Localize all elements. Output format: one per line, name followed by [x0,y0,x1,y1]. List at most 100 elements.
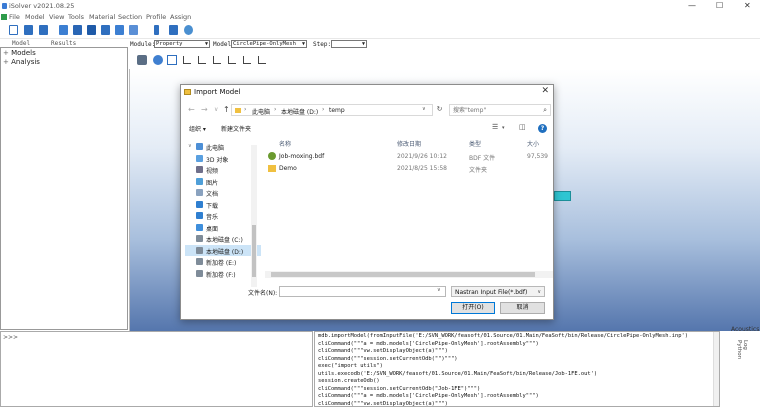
query-icon[interactable] [169,25,178,35]
breadcrumb-this-pc[interactable]: 此电脑 [252,107,270,116]
profile-icon[interactable] [198,56,206,64]
chevron-down-icon[interactable]: ∨ [437,287,441,293]
menu-assign[interactable]: Assign [170,13,191,21]
nav-item-music[interactable]: 音乐 [185,210,261,221]
chevron-down-icon[interactable]: ∨ [422,106,426,112]
nav-item-video[interactable]: 视频 [185,164,261,175]
tree-expander[interactable]: + [3,49,9,57]
nav-item-drive-f[interactable]: 新加卷 (F:) [185,268,261,279]
profile-icon[interactable] [228,56,236,64]
forward-arrow-icon[interactable]: → [201,105,208,114]
assign-section-icon[interactable] [137,55,147,65]
tab-model[interactable]: Model [12,40,30,47]
grid-icon[interactable] [167,55,177,65]
tree-item-models[interactable]: + Models [3,49,36,57]
close-icon[interactable]: ✕ [541,86,549,96]
menu-tools[interactable]: Tools [68,13,84,21]
material-icon[interactable] [153,55,163,65]
save-icon[interactable] [39,25,48,35]
nav-item-this-pc[interactable]: ∨ 此电脑 [185,141,261,152]
tab-results[interactable]: Results [51,40,76,47]
close-window-button[interactable]: ✕ [744,1,751,11]
search-input[interactable] [453,106,533,115]
chevron-down-icon[interactable]: ∨ [188,143,192,149]
help-icon[interactable]: ? [538,124,547,133]
menu-app-icon [1,14,7,20]
file-row[interactable]: Job-moxing.bdf 2021/9/26 10:12 BDF 文件 97… [265,151,553,162]
refresh-icon[interactable]: ↻ [433,104,446,116]
log-line: cliCommand("""vw.setDisplayObject(a)""") [318,400,448,407]
nav-item-3d-objects[interactable]: 3D 对象 [185,153,261,164]
chevron-down-icon[interactable]: ▾ [502,125,505,131]
menu-view[interactable]: View [49,13,64,21]
command-line[interactable]: >>> [0,331,313,407]
scrollbar-thumb[interactable] [252,225,256,277]
up-arrow-icon[interactable]: ↑ [223,105,230,114]
nav-item-drive-d[interactable]: 本地磁盘 (D:) [185,244,261,256]
breadcrumb-temp[interactable]: temp [329,107,345,114]
maximize-button[interactable]: ☐ [716,1,723,11]
view-options-icon[interactable]: ☰ [492,123,498,131]
column-header-size[interactable]: 大小 [527,139,539,148]
tree-item-analysis[interactable]: + Analysis [3,58,40,66]
column-header-type[interactable]: 类型 [469,139,481,148]
file-size: 97,539 [527,153,548,160]
module-select[interactable]: Property ▼ [154,40,210,48]
menu-material[interactable]: Material [89,13,115,21]
nav-item-downloads[interactable]: 下载 [185,199,261,210]
dialog-buttons: 打开(O) 取消 [181,301,553,317]
address-bar[interactable]: › 此电脑 › 本地磁盘 (D:) › temp ∨ [231,104,433,116]
tree-expander[interactable]: + [3,58,9,66]
column-header-name[interactable]: 名称 [279,139,291,148]
mesh-part[interactable] [554,191,571,201]
part-icon[interactable] [59,25,68,35]
file-row[interactable]: Demo 2021/8/25 15:58 文件夹 [265,163,553,174]
cancel-button[interactable]: 取消 [500,302,545,314]
model-select[interactable]: CirclePipe-OnlyMesh ▼ [231,40,307,48]
search-box[interactable]: ⌕ [449,104,551,116]
profile-icon[interactable] [183,56,191,64]
organize-button[interactable]: 组织 ▾ [189,124,206,133]
search-icon[interactable]: ⌕ [543,106,547,115]
menu-file[interactable]: File [9,13,20,21]
mesh-icon[interactable] [87,25,96,35]
instance-icon[interactable] [101,25,110,35]
navigation-scrollbar[interactable] [251,145,257,287]
preview-pane-icon[interactable]: ◫ [519,123,526,131]
nav-item-drive-c[interactable]: 本地磁盘 (C:) [185,233,261,244]
profile-icon[interactable] [243,56,251,64]
step-select[interactable]: ▼ [331,40,367,48]
column-header-date[interactable]: 修改日期 [397,139,421,148]
nav-item-desktop[interactable]: 桌面 [185,222,261,233]
menu-section[interactable]: Section [118,13,142,21]
minimize-button[interactable]: — [688,1,696,11]
file-type-select[interactable]: Nastran Input File(*.bdf) ∨ [451,286,545,297]
nav-item-drive-e[interactable]: 新加卷 (E:) [185,256,261,267]
new-folder-button[interactable]: 新建文件夹 [221,124,251,133]
profile-icon[interactable] [213,56,221,64]
drive-icon [196,269,203,277]
back-arrow-icon[interactable]: ← [188,105,195,114]
new-file-icon[interactable] [9,25,18,35]
merge-icon[interactable] [115,25,124,35]
side-tab-log-python[interactable]: Log Python [736,340,748,364]
split-icon[interactable] [154,25,159,35]
dialog-title-bar[interactable]: Import Model ✕ [181,85,553,99]
filename-input[interactable] [279,286,446,297]
file-list-scrollbar[interactable] [265,271,553,278]
assembly-icon[interactable] [73,25,82,35]
recent-locations-icon[interactable]: ∨ [214,106,218,113]
nav-item-documents[interactable]: 文档 [185,187,261,198]
open-button[interactable]: 打开(O) [451,302,495,314]
section-icon[interactable] [129,25,138,35]
log-scrollbar[interactable] [713,332,719,406]
bdf-file-icon [268,152,276,160]
menu-profile[interactable]: Profile [146,13,166,21]
open-file-icon[interactable] [24,25,33,35]
menu-model[interactable]: Model [25,13,45,21]
render-icon[interactable] [184,25,193,35]
scrollbar-thumb[interactable] [271,272,535,277]
breadcrumb-drive-d[interactable]: 本地磁盘 (D:) [281,107,318,116]
nav-item-pictures[interactable]: 图片 [185,176,261,187]
profile-icon[interactable] [258,56,266,64]
